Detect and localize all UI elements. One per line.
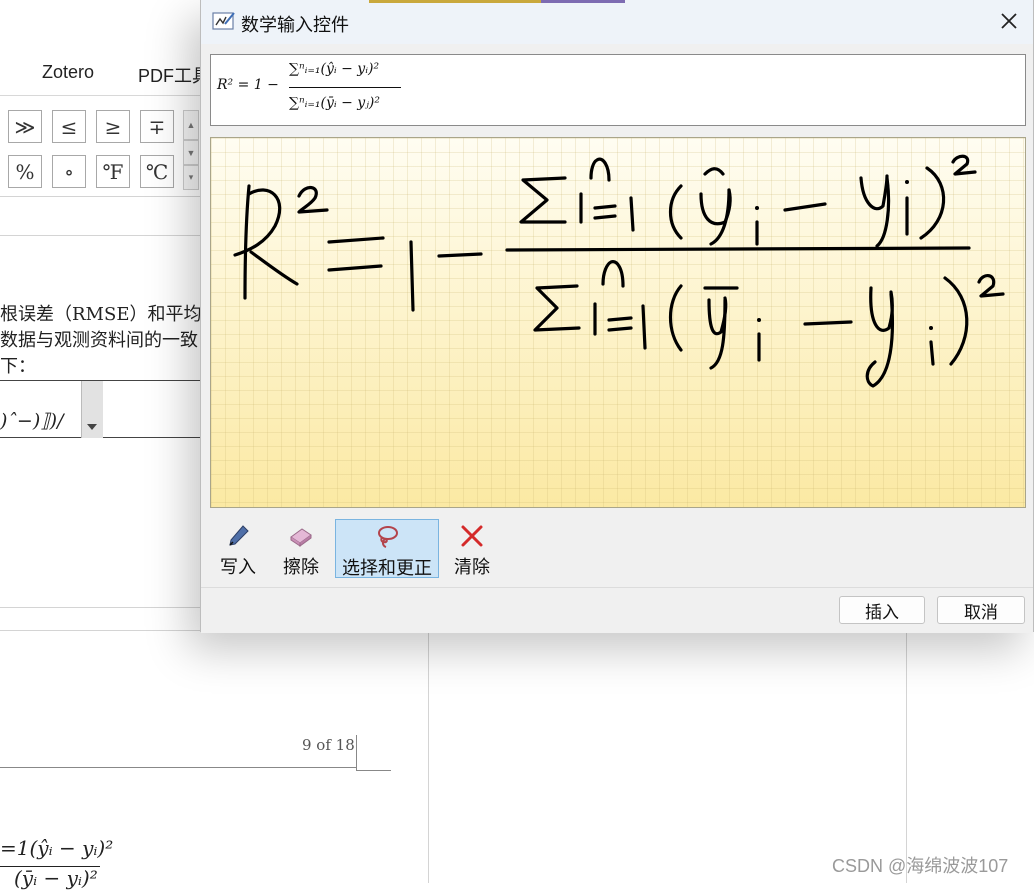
ribbon-tab-bar: ǀ Zotero PDF工具: [0, 55, 210, 95]
ribbon-tab-partial[interactable]: ǀ: [0, 62, 1, 83]
footer-rule: [0, 767, 356, 768]
equation-fragment: )ˆ−)⟧)/: [0, 410, 64, 432]
write-tool-button[interactable]: 写入: [213, 519, 263, 578]
handwriting-canvas[interactable]: [210, 137, 1026, 508]
document-text-line-1: 根误差（RMSE）和平均: [0, 304, 202, 325]
gallery-scroll-down[interactable]: ▼: [183, 140, 199, 165]
math-input-dialog: 数学输入控件 R² = 1 − ∑ⁿᵢ₌₁(ŷᵢ − yᵢ)² ∑ⁿᵢ₌₁(ȳᵢ…: [200, 0, 1034, 633]
lasso-icon: [378, 526, 398, 548]
watermark: CSDN @海绵波波107: [832, 856, 1009, 876]
handwritten-ink: [233, 154, 1005, 388]
symbol-much-greater-button[interactable]: ≫: [8, 110, 42, 143]
symbol-percent-button[interactable]: %: [8, 155, 42, 188]
preview-denominator: ∑ⁿᵢ₌₁(ȳᵢ − yⱼ)²: [289, 95, 380, 111]
document-text-line-3: 下：: [0, 356, 36, 377]
preview-numerator: ∑ⁿᵢ₌₁(ŷᵢ − yᵢ)²: [289, 61, 380, 77]
eraser-icon: [290, 528, 312, 547]
equation-options-dropdown[interactable]: [81, 381, 103, 438]
clear-tool-label: 清除: [454, 557, 490, 577]
symbol-ring-operator-button[interactable]: ∘: [52, 155, 86, 188]
gallery-scroll-up[interactable]: ▲: [183, 110, 199, 140]
erase-tool-button[interactable]: 擦除: [275, 519, 327, 578]
equation-preview: R² = 1 − ∑ⁿᵢ₌₁(ŷᵢ − yᵢ)² ∑ⁿᵢ₌₁(ȳᵢ − yⱼ)²: [210, 54, 1026, 126]
clear-tool-button[interactable]: 清除: [447, 519, 497, 578]
pen-icon: [229, 525, 249, 546]
margin-corner-v: [356, 735, 357, 770]
symbol-greater-equal-button[interactable]: ≥: [96, 110, 130, 143]
title-accent-strip-2: [541, 0, 625, 3]
preview-fraction-bar: [289, 87, 401, 88]
cancel-button[interactable]: 取消: [937, 596, 1025, 624]
symbol-fahrenheit-button[interactable]: ℉: [96, 155, 130, 188]
symbol-minus-plus-button[interactable]: ∓: [140, 110, 174, 143]
column-guide-right: [906, 632, 907, 883]
margin-corner-h: [356, 770, 391, 771]
bottom-equation-denominator: (ȳᵢ − yᵢ)²: [14, 866, 98, 890]
clear-x-icon: [461, 525, 483, 547]
preview-lhs: R² = 1 −: [217, 77, 279, 93]
symbol-less-equal-button[interactable]: ≤: [52, 110, 86, 143]
erase-tool-label: 擦除: [283, 557, 319, 577]
insert-button[interactable]: 插入: [839, 596, 925, 624]
symbol-celsius-button[interactable]: ℃: [140, 155, 174, 188]
write-tool-label: 写入: [220, 557, 256, 577]
column-guide-left: [428, 632, 429, 883]
gallery-more-button[interactable]: ▾: [183, 165, 199, 190]
page-divider: [0, 607, 210, 608]
page-indicator: 9 of 18: [302, 736, 355, 754]
select-correct-tool-label: 选择和更正: [342, 558, 432, 578]
close-icon[interactable]: [997, 9, 1021, 33]
math-input-app-icon: [212, 12, 235, 30]
ribbon-divider: [0, 95, 210, 96]
select-correct-tool-button[interactable]: 选择和更正: [335, 519, 439, 578]
ribbon-bottom-divider: [0, 196, 210, 197]
title-accent-strip: [369, 0, 541, 3]
document-text-line-2: 数据与观测资料间的一致: [0, 330, 198, 351]
ribbon-tab-zotero[interactable]: Zotero: [42, 62, 94, 83]
bottom-equation-numerator: =1(ŷᵢ − yᵢ)²: [0, 836, 114, 860]
dialog-title: 数学输入控件: [241, 15, 349, 35]
ruler-divider: [0, 235, 210, 236]
